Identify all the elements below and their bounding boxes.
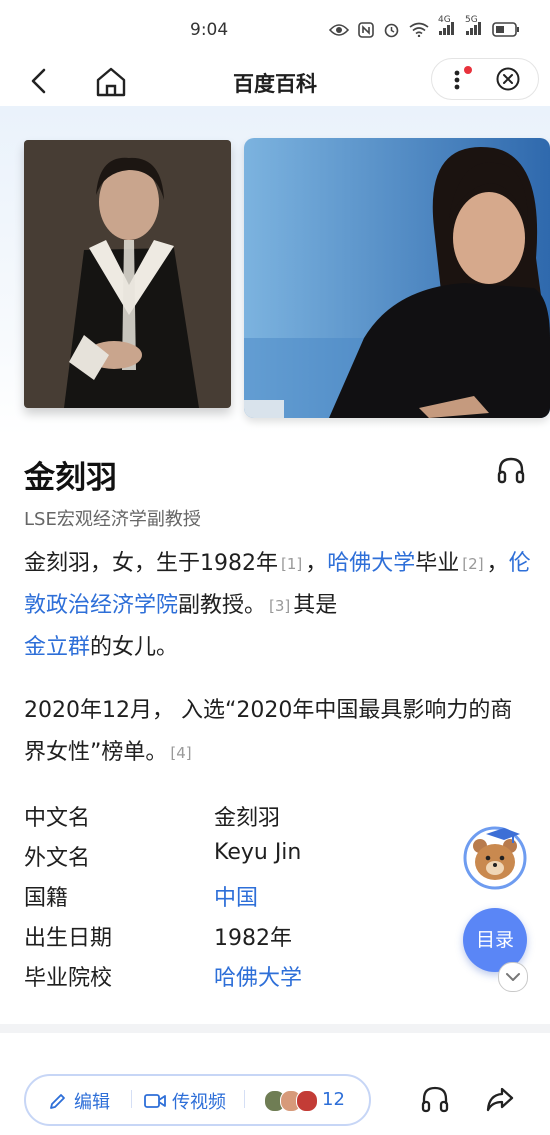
person-subtitle: LSE宏观经济学副教授 [24,509,201,530]
mini-app-capsule [431,58,539,100]
award-paragraph: 2020年12月， 入选“2020年中国最具影响力的商界女性”榜单。 [4] [24,690,534,774]
alarm-icon [384,23,399,38]
infobox-value: Keyu Jin [214,840,302,865]
eye-icon [329,23,349,36]
signal1-label: 4G [438,15,451,25]
infobox-row: 中文名 金刻羽 [24,800,504,840]
signal2-label: 5G [465,15,478,25]
reference-link[interactable]: [3] [269,597,290,615]
person-name: 金刻羽 [24,460,117,496]
more-icon[interactable] [454,69,460,91]
infobox-value-link[interactable]: 哈佛大学 [214,960,302,992]
intro-text: 的女儿。 [90,635,179,660]
portrait-photo[interactable] [24,140,231,408]
signal2-icon: 5G [465,15,483,38]
intro-text: 其是 [293,593,338,618]
pill-separator [131,1090,132,1108]
intro-text: ， [486,551,509,576]
award-text: 2020年12月， 入选“2020年中国最具影响力的商界女性”榜单。 [24,698,513,765]
collapse-toggle[interactable] [498,962,528,992]
battery-icon [492,22,519,37]
infobox-key: 国籍 [24,886,69,911]
signal-icon: 4G [438,15,456,38]
intro-text: 金刻羽，女，生于1982年 [24,551,278,576]
video-camera-icon [144,1094,166,1108]
avatar [296,1090,318,1112]
infobox-key: 毕业院校 [24,966,113,991]
infobox-row: 外文名 Keyu Jin [24,840,504,880]
headphones-icon[interactable] [495,454,527,486]
bottom-toolbar: 编辑 传视频 12 [0,1062,550,1135]
action-pill: 编辑 传视频 12 [24,1074,371,1126]
link-harvard[interactable]: 哈佛大学 [327,551,415,576]
speaker-photo[interactable] [244,138,550,418]
headphones-icon[interactable] [418,1082,452,1116]
intro-text: 毕业 [415,551,460,576]
infobox-value: 1982年 [214,926,292,951]
bear-mascot-icon [463,826,527,890]
upload-video-button[interactable]: 传视频 [144,1088,226,1114]
edit-label: 编辑 [74,1092,110,1113]
status-icons: 4G 5G [329,15,520,38]
intro-text: 副教授。 [178,593,267,618]
infobox-value: 金刻羽 [214,806,281,831]
infobox-row: 国籍 中国 [24,880,504,920]
link-father[interactable]: 金立群 [24,635,90,660]
nav-bar: 百度百科 [0,58,550,106]
section-divider [0,1024,550,1033]
infobox-row: 毕业院校 哈佛大学 [24,960,504,1000]
contributor-avatars[interactable] [264,1090,318,1112]
notification-dot [464,66,472,74]
nfc-icon [358,21,374,38]
infobox-key: 外文名 [24,846,91,871]
edit-button[interactable]: 编辑 [48,1088,110,1114]
pencil-icon [50,1094,65,1109]
wifi-icon [409,22,429,37]
reference-link[interactable]: [4] [170,744,191,762]
infobox-row: 出生日期 1982年 [24,920,504,960]
pill-separator [244,1090,245,1108]
status-time: 9:04 [190,20,229,40]
video-label: 传视频 [172,1092,226,1113]
infobox-value-link[interactable]: 中国 [214,880,258,912]
infobox-key: 出生日期 [24,926,113,951]
intro-paragraph: 金刻羽，女，生于1982年 [1] ，哈佛大学毕业 [2] ，伦敦政治经济学院副教授。[… [24,543,534,669]
status-bar: 9:04 4G 5G [0,0,550,60]
intro-text: ， [305,551,328,576]
reference-link[interactable]: [1] [281,555,302,573]
reference-link[interactable]: [2] [462,555,483,573]
contributors-count[interactable]: 12 [322,1089,345,1110]
infobox-key: 中文名 [24,806,91,831]
close-icon[interactable] [496,67,520,91]
chevron-down-icon [506,973,520,981]
assistant-bear-button[interactable] [462,820,528,890]
share-icon[interactable] [483,1082,517,1116]
